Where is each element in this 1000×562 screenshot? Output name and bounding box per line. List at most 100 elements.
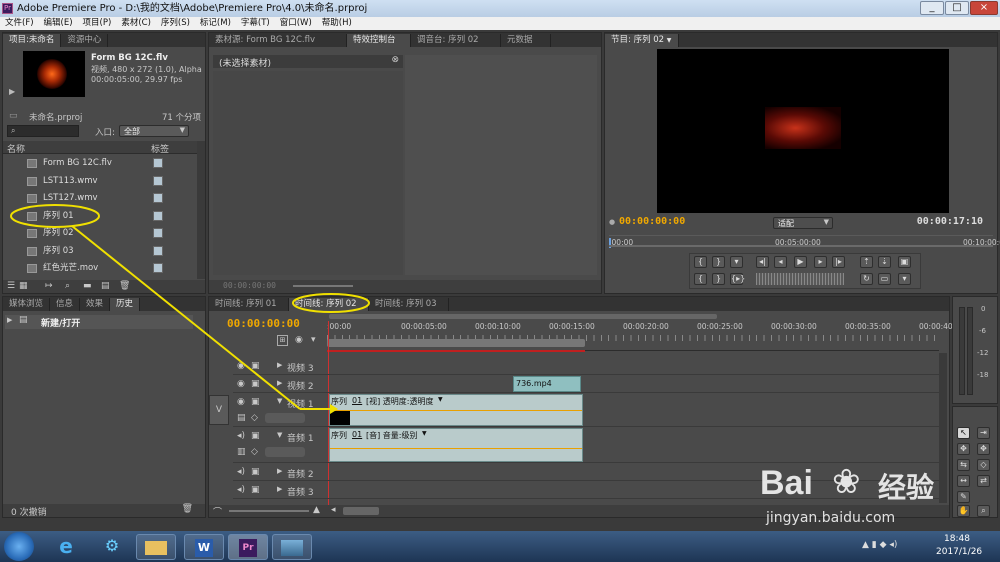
selection-tool-icon[interactable]: ↖ (957, 427, 970, 439)
tab-timeline-seq02[interactable]: 时间线: 序列 02 (289, 298, 369, 311)
zoom-out-icon[interactable]: ⌒ (213, 505, 222, 518)
tab-project[interactable]: 项目:未命名 (3, 34, 62, 47)
expand-icon[interactable]: ▶ (277, 361, 282, 369)
project-scrollbar[interactable] (197, 141, 205, 279)
speaker-icon[interactable]: ◂) (237, 467, 245, 477)
app-taskbar-icon[interactable]: ⚙ (92, 534, 132, 560)
ie-taskbar-icon[interactable]: e (46, 534, 86, 560)
label-color-swatch[interactable] (153, 158, 163, 168)
jog-shuttle[interactable] (756, 273, 844, 285)
tab-media-browser[interactable]: 媒体浏览 (3, 298, 51, 311)
menu-project[interactable]: 项目(P) (78, 17, 117, 30)
zoom-in-icon[interactable]: ▲ (313, 505, 320, 515)
menu-window[interactable]: 窗口(W) (275, 17, 317, 30)
lock-icon[interactable]: ▣ (251, 379, 260, 389)
tab-effect-controls[interactable]: 特效控制台 (347, 34, 411, 47)
fit-select[interactable]: 适配 ▼ (773, 217, 833, 229)
menu-title[interactable]: 字幕(T) (236, 17, 275, 30)
label-color-swatch[interactable] (153, 245, 163, 256)
tab-timeline-seq01[interactable]: 时间线: 序列 01 (209, 298, 289, 311)
menu-sequence[interactable]: 序列(S) (156, 17, 195, 30)
project-item[interactable]: LST127.wmv (3, 190, 195, 207)
clip-seq01-audio[interactable]: 序列 01 [音] 音量:级别 ▼ (329, 428, 583, 462)
lock-icon[interactable]: ▣ (251, 467, 260, 477)
output-icon[interactable]: ▾ (898, 273, 911, 285)
clip-seq01-video[interactable]: 序列 01 [视] 透明度:透明度 ▼ (329, 394, 583, 426)
tab-history[interactable]: 历史 (110, 298, 141, 311)
tab-program[interactable]: 节目: 序列 02 ▼ (605, 34, 679, 47)
tab-metadata[interactable]: 元数据 (501, 34, 551, 47)
volume-line[interactable] (330, 448, 582, 449)
lock-icon[interactable]: ▣ (251, 397, 260, 407)
safe-margins-icon[interactable]: ▭ (878, 273, 891, 285)
automate-icon[interactable]: ↦ (45, 281, 53, 291)
project-item[interactable]: LST113.wmv (3, 173, 195, 190)
collapse-icon[interactable]: ▼ (277, 431, 282, 439)
minimize-button[interactable]: _ (920, 1, 944, 15)
menu-help[interactable]: 帮助(H) (317, 17, 357, 30)
label-color-swatch[interactable] (153, 263, 163, 273)
project-item[interactable]: 红色光芒.mov (3, 260, 195, 277)
label-color-swatch[interactable] (153, 175, 163, 186)
loop-icon[interactable]: ↻ (860, 273, 873, 285)
tab-audio-mixer[interactable]: 调音台: 序列 02 (411, 34, 501, 47)
track-select-tool-icon[interactable]: ⇥ (977, 427, 990, 439)
label-color-swatch[interactable] (153, 193, 163, 203)
play-thumbnail-icon[interactable]: ▶ (9, 87, 15, 96)
v-target-button[interactable]: V (209, 395, 229, 425)
program-scroll-bar[interactable] (609, 245, 993, 247)
snap-icon[interactable]: ⊞ (277, 335, 288, 346)
step-forward-frame-icon[interactable]: ▸ (814, 256, 827, 268)
find-icon[interactable]: ⌕ (65, 281, 70, 291)
expand-icon[interactable]: ▶ (277, 379, 282, 387)
tab-resource-center[interactable]: 资源中心 (61, 34, 109, 47)
play-icon[interactable]: ▶ (794, 256, 807, 268)
step-back-icon[interactable]: ◂| (756, 256, 769, 268)
extract-icon[interactable]: ⇣ (878, 256, 891, 268)
keyframe-icon[interactable]: ◇ (251, 413, 258, 423)
lock-icon[interactable]: ▣ (251, 361, 260, 371)
lock-icon[interactable]: ▣ (251, 431, 260, 441)
horizontal-scrollbar[interactable] (343, 507, 379, 515)
razor-tool-icon[interactable]: ◇ (977, 459, 990, 471)
export-frame-icon[interactable]: ▣ (898, 256, 911, 268)
display-style-icon[interactable]: ▤ (237, 413, 246, 423)
zoom-slider[interactable] (293, 285, 353, 287)
close-icon[interactable]: ⊗ (391, 55, 399, 65)
premiere-taskbar-icon[interactable]: Pr (228, 534, 268, 560)
zoom-tool-icon[interactable]: ⌕ (977, 505, 990, 517)
waveform-icon[interactable]: ▥ (237, 447, 246, 457)
clip-736[interactable]: 736.mp4 (513, 376, 581, 392)
tab-info[interactable]: 信息 (50, 298, 81, 311)
keyframe-icon[interactable]: ◇ (251, 447, 258, 457)
next-marker-icon[interactable]: } (712, 256, 725, 268)
bin-icon[interactable]: ▬ (83, 281, 92, 291)
menu-clip[interactable]: 素材(C) (116, 17, 156, 30)
mark-out-icon[interactable]: } (712, 273, 725, 285)
program-current-timecode[interactable]: 00:00:00:00 (619, 216, 685, 227)
list-view-icon[interactable]: ☰ (7, 281, 15, 291)
work-area-bar[interactable] (327, 339, 585, 347)
project-item[interactable]: Form BG 12C.flv (3, 155, 195, 172)
keyframe-nav[interactable] (265, 413, 305, 423)
project-item[interactable]: 序列 01 (3, 208, 195, 225)
set-marker-icon[interactable]: ▾ (730, 256, 743, 268)
project-item[interactable]: 序列 02 (3, 225, 195, 242)
tab-source[interactable]: 素材源: Form BG 12C.flv (209, 34, 347, 47)
timeline-timecode[interactable]: 00:00:00:00 (227, 317, 300, 330)
step-forward-icon[interactable]: |▸ (832, 256, 845, 268)
source-timecode[interactable]: 00:00:00:00 (223, 281, 276, 290)
rolling-edit-tool-icon[interactable]: ✥ (977, 443, 990, 455)
speaker-icon[interactable]: ◂) (237, 431, 245, 441)
project-search-input[interactable]: ⌕ (7, 125, 79, 137)
delete-icon[interactable]: 🗑 (119, 281, 130, 291)
maximize-button[interactable]: □ (945, 1, 969, 15)
keyframe-nav[interactable] (265, 447, 305, 457)
step-back-frame-icon[interactable]: ◂ (774, 256, 787, 268)
tab-timeline-seq03[interactable]: 时间线: 序列 03 (369, 298, 449, 311)
expand-icon[interactable]: ▶ (277, 467, 282, 475)
explorer-taskbar-icon[interactable] (136, 534, 176, 560)
project-item[interactable]: 序列 03 (3, 243, 195, 260)
start-button[interactable] (4, 532, 34, 561)
word-taskbar-icon[interactable]: W (184, 534, 224, 560)
